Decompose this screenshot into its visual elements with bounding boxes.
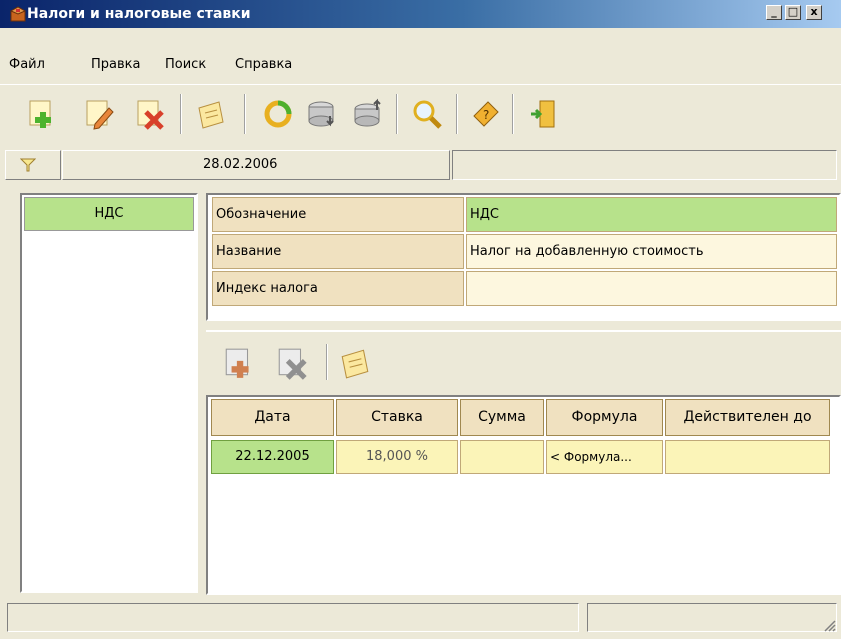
table-cell-formula[interactable]: < Формула... <box>546 440 663 474</box>
date-value: 28.02.2006 <box>203 157 278 172</box>
add-doc-icon[interactable] <box>26 98 58 130</box>
toolbar-separator <box>180 94 182 134</box>
resize-grip-icon[interactable] <box>822 618 836 632</box>
table-cell-sum[interactable] <box>460 440 544 474</box>
note-icon[interactable] <box>195 98 227 130</box>
toolbar-separator <box>244 94 246 134</box>
status-panel-main <box>7 603 579 632</box>
column-header-rate[interactable]: Ставка <box>336 399 458 436</box>
prop-label-name: Название <box>212 234 464 269</box>
table-cell-rate[interactable]: 18,000 % <box>336 440 458 474</box>
list-item[interactable]: НДС <box>24 197 194 231</box>
help-book-icon[interactable]: ? <box>470 98 502 130</box>
search-icon[interactable] <box>411 98 443 130</box>
prop-value-name[interactable]: Налог на добавленную стоимость <box>466 234 837 269</box>
svg-text:?: ? <box>483 108 489 122</box>
prop-value-tax-index[interactable] <box>466 271 837 306</box>
delete-rate-icon[interactable] <box>275 346 309 380</box>
refresh-icon[interactable] <box>262 98 294 130</box>
column-header-sum[interactable]: Сумма <box>460 399 544 436</box>
table-cell-date[interactable]: 22.12.2005 <box>211 440 334 474</box>
filter-button[interactable] <box>5 150 61 180</box>
tax-list[interactable] <box>20 193 198 593</box>
toolbar-separator <box>512 94 514 134</box>
column-header-date[interactable]: Дата <box>211 399 334 436</box>
app-box-icon <box>10 6 26 22</box>
delete-doc-icon[interactable] <box>134 98 166 130</box>
date-field[interactable]: 28.02.2006 <box>62 150 450 180</box>
db-load-icon[interactable] <box>306 98 338 130</box>
toolbar-separator <box>456 94 458 134</box>
rate-note-icon[interactable] <box>338 346 372 380</box>
add-rate-icon[interactable] <box>222 346 256 380</box>
status-panel-secondary <box>587 603 837 632</box>
table-cell-valid-until[interactable] <box>665 440 830 474</box>
date-strip-empty <box>452 150 837 180</box>
close-button[interactable]: x <box>806 5 822 20</box>
column-header-valid-until[interactable]: Действителен до <box>665 399 830 436</box>
minimize-button[interactable]: _ <box>766 5 782 20</box>
menu-help[interactable]: Справка <box>235 56 292 74</box>
prop-label-designation: Обозначение <box>212 197 464 232</box>
column-header-formula[interactable]: Формула <box>546 399 663 436</box>
prop-label-tax-index: Индекс налога <box>212 271 464 306</box>
menu-edit[interactable]: Правка <box>91 56 140 74</box>
menu-bar <box>0 28 841 54</box>
window-title: Налоги и налоговые ставки <box>27 6 251 22</box>
prop-value-designation[interactable]: НДС <box>466 197 837 232</box>
edit-doc-icon[interactable] <box>83 98 115 130</box>
exit-icon[interactable] <box>528 98 560 130</box>
maximize-button[interactable]: □ <box>785 5 801 20</box>
toolbar-separator <box>396 94 398 134</box>
db-save-icon[interactable] <box>352 98 384 130</box>
menu-file[interactable]: Файл <box>9 56 45 74</box>
menu-search[interactable]: Поиск <box>165 56 206 74</box>
filter-icon <box>20 158 36 172</box>
toolbar-separator <box>326 344 328 380</box>
